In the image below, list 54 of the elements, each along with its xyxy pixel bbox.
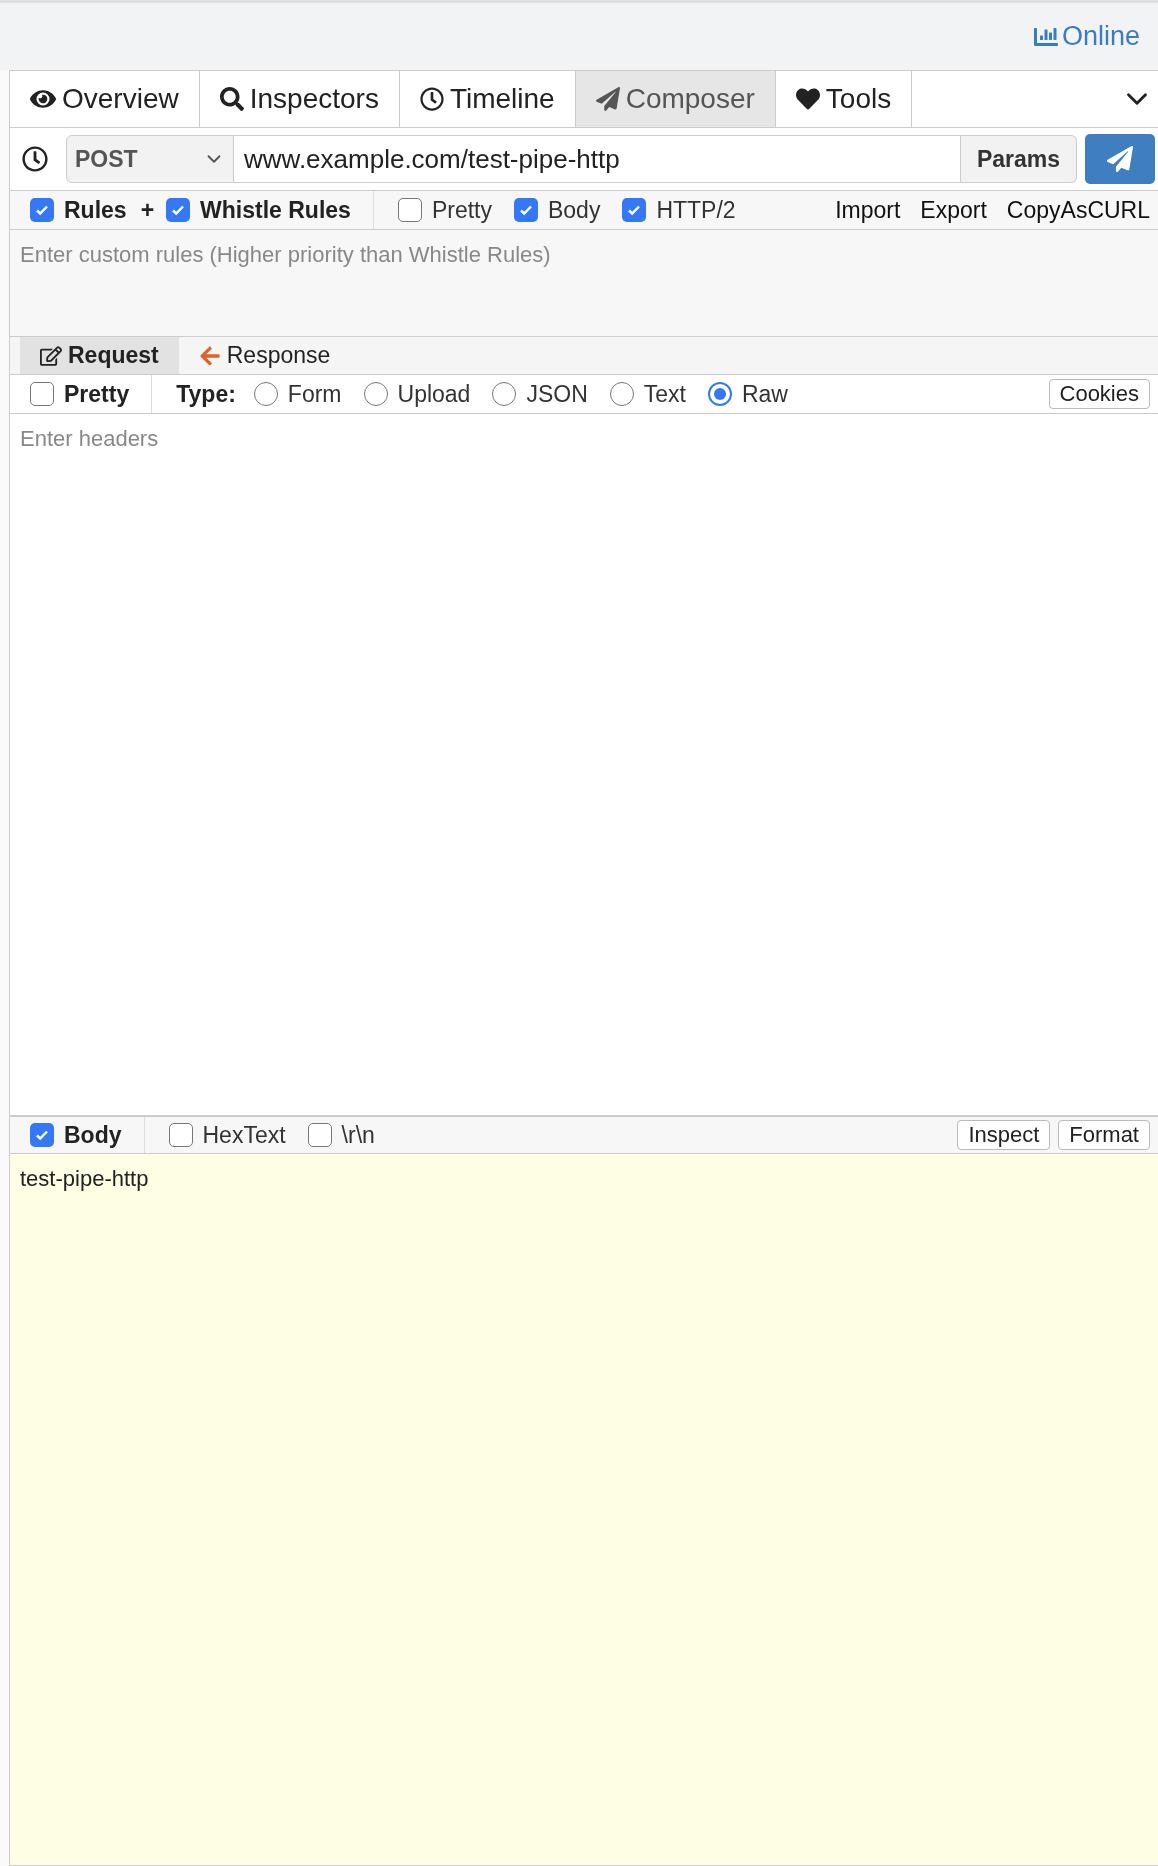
- option-label: Body: [64, 1121, 122, 1149]
- arrow-left-icon: [198, 344, 221, 367]
- rules-field[interactable]: Enter custom rules (Higher priority than Whistle Rules): [10, 230, 1158, 337]
- cookies-button[interactable]: Cookies: [1048, 379, 1150, 409]
- radio-label: Raw: [741, 380, 788, 408]
- option-label: HTTP/2: [656, 196, 736, 224]
- radio-button[interactable]: [707, 382, 732, 406]
- checkbox[interactable]: [622, 198, 647, 222]
- type-label: Type:: [176, 380, 236, 408]
- tab[interactable]: Composer: [575, 71, 776, 127]
- option-label: HexText: [202, 1121, 286, 1149]
- option-label: Rules: [64, 196, 127, 224]
- radio-label: Form: [287, 380, 342, 408]
- checkbox[interactable]: [30, 382, 54, 406]
- checkbox[interactable]: [30, 198, 54, 222]
- option-label: Pretty: [64, 380, 130, 408]
- checkbox[interactable]: [397, 198, 422, 222]
- toolbar-button[interactable]: Format: [1058, 1120, 1150, 1150]
- online-status[interactable]: Online: [1033, 21, 1140, 52]
- method-select[interactable]: POST: [66, 135, 234, 183]
- action-link[interactable]: Export: [920, 196, 987, 224]
- subtab[interactable]: Request: [20, 337, 179, 374]
- edit-icon: [40, 344, 62, 367]
- radio-label: JSON: [526, 380, 588, 408]
- clock-icon: [419, 87, 444, 111]
- checkbox[interactable]: [30, 1123, 54, 1147]
- body-field[interactable]: test-pipe-http: [10, 1154, 1158, 1866]
- history-clock-icon[interactable]: [22, 146, 48, 172]
- search-icon: [219, 87, 244, 111]
- radio-button[interactable]: [609, 382, 634, 406]
- heart-icon: [795, 87, 820, 111]
- option-label: Body: [547, 196, 601, 224]
- action-link[interactable]: Import: [835, 196, 901, 224]
- option-label: Whistle Rules: [200, 196, 351, 224]
- option-label: \r\n: [341, 1121, 375, 1149]
- plus-sign: +: [140, 196, 155, 224]
- toolbar-button[interactable]: Inspect: [957, 1120, 1051, 1150]
- checkbox[interactable]: [166, 198, 191, 222]
- paper-plane-icon: [595, 87, 620, 111]
- radio-label: Upload: [397, 380, 471, 408]
- radio-button[interactable]: [253, 382, 278, 406]
- action-link[interactable]: CopyAsCURL: [1006, 196, 1150, 224]
- subtab[interactable]: Response: [178, 337, 351, 374]
- radio-button[interactable]: [363, 382, 388, 406]
- radio-button[interactable]: [492, 382, 517, 406]
- params-button[interactable]: Params: [960, 135, 1077, 183]
- send-button[interactable]: [1085, 134, 1155, 184]
- paper-plane-icon: [1107, 146, 1133, 172]
- url-field[interactable]: www.example.com/test-pipe-http: [234, 135, 961, 183]
- checkbox[interactable]: [168, 1123, 193, 1147]
- checkbox[interactable]: [513, 198, 538, 222]
- radio-label: Text: [643, 380, 686, 408]
- option-label: Pretty: [431, 196, 492, 224]
- checkbox[interactable]: [307, 1123, 332, 1147]
